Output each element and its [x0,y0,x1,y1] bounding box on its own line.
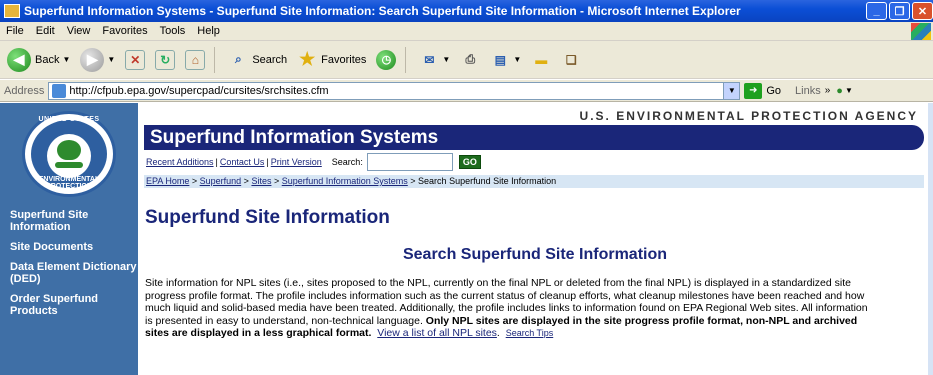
page-banner: Superfund Information Systems [144,125,924,150]
toolbar-extra-dropdown-icon[interactable]: ▼ [845,86,853,95]
forward-button[interactable]: ▶ ▼ [77,45,118,75]
flower-icon [57,140,81,160]
breadcrumb: EPA Home > Superfund > Sites > Superfund… [144,175,924,188]
stop-button[interactable]: ✕ [122,45,148,75]
star-icon: ★ [299,49,316,69]
utility-links: Recent Additions | Contact Us | Print Ve… [146,153,481,171]
address-url[interactable]: http://cfpub.epa.gov/supercpad/cursites/… [69,85,328,97]
edit-dropdown-icon[interactable]: ▼ [513,55,521,64]
print-version-link[interactable]: Print Version [271,157,322,167]
seal-top-text: UNITED STATES [38,116,100,123]
back-button[interactable]: ◀ Back ▼ [4,45,73,75]
research-icon: ❑ [565,52,577,67]
mail-button[interactable]: ✉ ▼ [416,45,453,75]
forward-arrow-icon: ▶ [80,47,105,72]
sidebar-links: Superfund Site Information Site Document… [10,209,138,325]
menu-edit[interactable]: Edit [30,25,61,37]
sidebar-item-order-products[interactable]: Order Superfund Products [10,293,138,317]
folder-button[interactable]: ▬ [528,45,554,75]
description-paragraph: Site information for NPL sites (i.e., si… [145,277,868,339]
folder-icon: ▬ [535,52,548,67]
search-label: Search [252,53,288,66]
site-search-go-button[interactable]: GO [458,155,481,169]
window-title: Superfund Information Systems - Superfun… [24,4,741,18]
epa-seal-logo[interactable]: UNITED STATES ENVIRONMENTAL PROTECTION [22,111,116,197]
address-bar: Address http://cfpub.epa.gov/supercpad/c… [0,80,933,102]
stop-icon: ✕ [125,49,146,70]
menu-bar: File Edit View Favorites Tools Help [0,22,933,41]
search-label: Search: [331,157,363,167]
go-button[interactable]: ➜ Go [744,82,782,99]
search-icon: ⌕ [234,52,242,66]
favorites-button[interactable]: ★ Favorites [294,45,369,75]
mail-icon: ✉ [424,52,435,67]
address-label: Address [4,84,45,97]
history-button[interactable]: ◷ [373,45,399,75]
mail-dropdown-icon[interactable]: ▼ [442,55,450,64]
print-icon: ⎙ [465,52,476,66]
page-scrollbar[interactable] [928,103,933,375]
go-label: Go [766,84,782,97]
back-dropdown-icon[interactable]: ▼ [62,55,70,64]
page-icon [52,83,67,98]
home-icon: ⌂ [185,49,206,70]
water-icon [55,162,83,168]
agency-name: U.S. ENVIRONMENTAL PROTECTION AGENCY [579,109,918,123]
recent-additions-link[interactable]: Recent Additions [146,157,214,167]
search-tips-link[interactable]: Search Tips [506,328,554,338]
edit-button[interactable]: ▤ ▼ [487,45,524,75]
section-title: Search Superfund Site Information [402,246,668,263]
main-content: U.S. ENVIRONMENTAL PROTECTION AGENCY Sup… [142,103,928,375]
sidebar-item-data-element-dictionary[interactable]: Data Element Dictionary (DED) [10,261,138,285]
page-title: Superfund Site Information [145,207,390,228]
back-arrow-icon: ◀ [7,47,31,72]
site-search-input[interactable] [366,153,453,171]
maximize-button[interactable]: ❐ [889,2,910,20]
refresh-icon: ↻ [155,49,176,70]
browser-toolbar: ◀ Back ▼ ▶ ▼ ✕ ↻ ⌂ ⌕ Search ★ Favorites … [0,41,933,79]
window-title-bar: Superfund Information Systems - Superfun… [0,0,933,22]
address-input[interactable]: http://cfpub.epa.gov/supercpad/cursites/… [48,81,741,100]
toolbar-separator [214,46,216,73]
toolbar-separator [405,46,407,73]
sidebar-item-site-information[interactable]: Superfund Site Information [10,209,138,233]
links-chevron-icon[interactable]: » [825,85,831,96]
menu-view[interactable]: View [61,25,97,37]
minimize-button[interactable]: _ [866,2,887,20]
menu-help[interactable]: Help [191,25,226,37]
favorites-label: Favorites [321,53,367,66]
window-controls: _ ❐ ✕ [866,2,933,20]
menu-tools[interactable]: Tools [154,25,192,37]
close-button[interactable]: ✕ [912,2,933,20]
refresh-button[interactable]: ↻ [152,45,178,75]
back-label: Back [35,53,60,66]
menu-favorites[interactable]: Favorites [96,25,153,37]
address-dropdown-icon[interactable]: ▼ [723,82,740,99]
web-page: UNITED STATES ENVIRONMENTAL PROTECTION S… [0,103,933,375]
forward-dropdown-icon[interactable]: ▼ [107,55,115,64]
history-icon: ◷ [376,49,397,70]
print-button[interactable]: ⎙ [457,45,483,75]
edit-icon: ▤ [494,52,507,67]
search-button[interactable]: ⌕ Search [225,45,290,75]
breadcrumb-sites[interactable]: Sites [251,176,271,186]
home-button[interactable]: ⌂ [182,45,208,75]
breadcrumb-sis[interactable]: Superfund Information Systems [282,176,408,186]
menu-file[interactable]: File [0,25,30,37]
breadcrumb-current: Search Superfund Site Information [418,176,557,186]
seal-bottom-text: ENVIRONMENTAL PROTECTION [38,176,100,190]
contact-us-link[interactable]: Contact Us [220,157,265,167]
toolbar-extra-icon[interactable]: ● [836,85,843,97]
research-button[interactable]: ❑ [558,45,584,75]
windows-logo-icon [911,23,931,40]
left-navigation: UNITED STATES ENVIRONMENTAL PROTECTION S… [0,103,138,375]
go-arrow-icon: ➜ [744,82,763,99]
npl-list-link[interactable]: View a list of all NPL sites [377,327,497,339]
breadcrumb-epa-home[interactable]: EPA Home [146,176,189,186]
links-label[interactable]: Links [795,85,821,97]
breadcrumb-superfund[interactable]: Superfund [200,176,242,186]
ie-icon [4,4,20,18]
sidebar-item-site-documents[interactable]: Site Documents [10,241,138,253]
